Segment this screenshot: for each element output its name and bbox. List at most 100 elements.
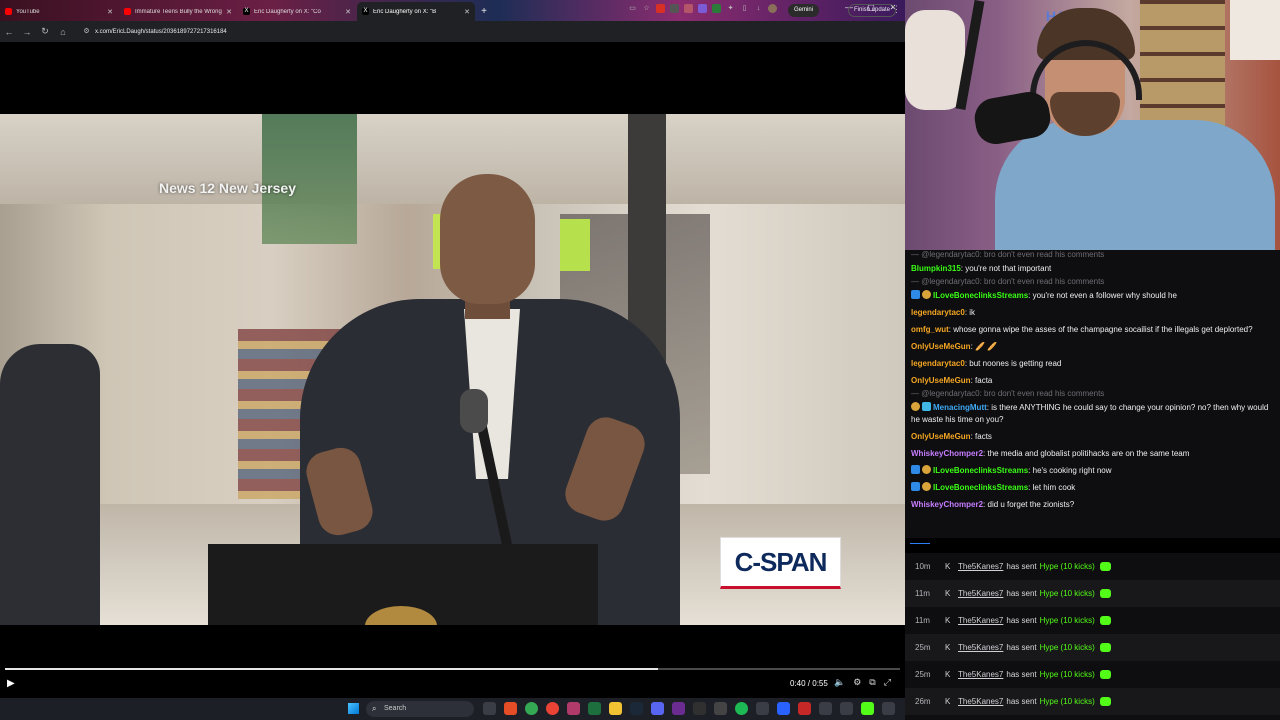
close-tab-icon[interactable]: ✕ [107, 8, 113, 16]
profile-icon[interactable] [768, 4, 777, 13]
extension-icon[interactable] [670, 4, 679, 13]
alert-hype: Hype (10 kicks) [1039, 562, 1095, 571]
chat-username[interactable]: WhiskeyChomper2 [911, 449, 983, 458]
taskbar-search-label: Search [384, 705, 407, 712]
app-icon[interactable] [588, 702, 601, 715]
alert-username[interactable]: The5Kanes7 [958, 589, 1003, 598]
chat-text: he's cooking right now [1030, 465, 1112, 475]
user-badge-icon [911, 289, 920, 299]
chat-username[interactable]: MenacingMutt [933, 403, 987, 412]
alert-hype: Hype (10 kicks) [1039, 670, 1095, 679]
windows-start-icon[interactable] [348, 703, 359, 714]
app-icon[interactable] [504, 702, 517, 715]
chat-username[interactable]: legendarytac0 [911, 308, 965, 317]
browser-tab[interactable]: YouTube ✕ [0, 2, 118, 21]
play-icon[interactable]: ▶ [7, 678, 15, 689]
app-icon[interactable] [714, 702, 727, 715]
app-icon[interactable] [777, 702, 790, 715]
home-icon[interactable]: ⌂ [54, 27, 72, 37]
video-progress-fill [5, 668, 659, 670]
chat-username[interactable]: WhiskeyChomper2 [911, 500, 983, 509]
chat-username[interactable]: omfg_wut [911, 325, 949, 334]
alert-verb: has sent [1006, 643, 1037, 652]
download-icon[interactable]: ↓ [754, 4, 763, 13]
alert-verb: has sent [1006, 589, 1037, 598]
fullscreen-icon[interactable]: ⤢ [884, 677, 891, 688]
extension-icon[interactable] [684, 4, 693, 13]
kick-icon[interactable] [861, 702, 874, 715]
app-icon[interactable] [819, 702, 832, 715]
alert-username[interactable]: The5Kanes7 [958, 697, 1003, 706]
folder-icon[interactable] [609, 702, 622, 715]
alert-hype: Hype (10 kicks) [1039, 643, 1095, 652]
alert-username[interactable]: The5Kanes7 [958, 616, 1003, 625]
extension-icon[interactable] [656, 4, 665, 13]
chat-text: 🥖 🥖 [972, 341, 998, 351]
close-tab-icon[interactable]: ✕ [345, 8, 351, 16]
app-icon[interactable] [651, 702, 664, 715]
alert-username[interactable]: The5Kanes7 [958, 562, 1003, 571]
alert-username[interactable]: The5Kanes7 [958, 643, 1003, 652]
cspan-logo-text: C-SPAN [734, 546, 828, 577]
alert-verb: has sent [1006, 670, 1037, 679]
alert-row: 26m K The5Kanes7 has sent Hype (10 kicks) [905, 688, 1280, 715]
alert-row: 10m K The5Kanes7 has sent Hype (10 kicks) [905, 553, 1280, 580]
stream-screen: YouTube ✕ Immature Teens Bully the Wrong… [0, 0, 1280, 720]
forward-icon[interactable]: → [18, 27, 36, 37]
app-icon[interactable] [672, 702, 685, 715]
chrome-icon[interactable] [546, 702, 559, 715]
chat-message: ILoveBoneclinksStreams: let him cook [911, 479, 1274, 496]
taskbar-search[interactable]: ⌕ Search [366, 701, 474, 717]
finish-update-button[interactable]: Finish update [848, 4, 897, 17]
app-icon[interactable] [567, 702, 580, 715]
browser-toolbar: ← → ↻ ⌂ ⚙ x.com/EricLDaugh/status/203618… [0, 21, 905, 42]
site-info-icon[interactable]: ⚙ [82, 27, 91, 36]
taskview-icon[interactable] [483, 702, 496, 715]
reload-icon[interactable]: ↻ [36, 26, 54, 37]
extension-icons: ▭ ☆ ✦ ▯ ↓ [628, 4, 777, 13]
app-icon[interactable] [756, 702, 769, 715]
menu-icon[interactable]: ⋮ [892, 4, 901, 15]
chat-username[interactable]: OnlyUseMeGun [911, 432, 971, 441]
browser-tab-active[interactable]: X Eric Daugherty on X: "B ✕ [357, 2, 475, 21]
extension-icon[interactable] [698, 4, 707, 13]
user-badge-icon [922, 481, 931, 491]
alert-username[interactable]: The5Kanes7 [958, 670, 1003, 679]
chat-username[interactable]: ILoveBoneclinksStreams [933, 483, 1028, 492]
app-icon[interactable] [798, 702, 811, 715]
puzzle-icon[interactable]: ✦ [726, 4, 735, 13]
steam-icon[interactable] [630, 702, 643, 715]
hype-icon [1099, 589, 1111, 598]
address-bar[interactable]: ⚙ x.com/EricLDaugh/status/20361897272173… [76, 24, 616, 39]
cast-icon[interactable]: ▭ [628, 4, 637, 13]
chat-username[interactable]: ILoveBoneclinksStreams [933, 291, 1028, 300]
chat-username[interactable]: Blumpkin315 [911, 264, 961, 273]
sidebar-icon[interactable]: ▯ [740, 4, 749, 13]
video-player[interactable]: News 12 New Jersey C-SPAN ▶ 0:40 / 0:55 … [0, 42, 905, 698]
pip-icon[interactable]: ⧉ [869, 677, 875, 688]
back-icon[interactable]: ← [0, 27, 18, 37]
close-tab-icon[interactable]: ✕ [226, 8, 232, 16]
chat-username[interactable]: OnlyUseMeGun [911, 376, 971, 385]
browser-tab[interactable]: Immature Teens Bully the Wrong ✕ [119, 2, 237, 21]
chat-username[interactable]: OnlyUseMeGun [911, 342, 971, 351]
chat-username[interactable]: legendarytac0 [911, 359, 965, 368]
volume-icon[interactable]: 🔈 [834, 677, 845, 688]
spotify-icon[interactable] [735, 702, 748, 715]
video-progress-bar[interactable] [5, 668, 900, 670]
video-scene-store [262, 114, 357, 244]
chrome-icon[interactable] [525, 702, 538, 715]
close-tab-icon[interactable]: ✕ [464, 8, 470, 16]
video-frame[interactable]: News 12 New Jersey C-SPAN [0, 114, 905, 625]
new-tab-button[interactable]: + [476, 2, 492, 21]
browser-tab[interactable]: X Eric Daugherty on X: "Co ✕ [238, 2, 356, 21]
app-icon[interactable] [693, 702, 706, 715]
app-icon[interactable] [840, 702, 853, 715]
bookmark-star-icon[interactable]: ☆ [642, 4, 651, 13]
settings-icon[interactable]: ⚙ [853, 677, 861, 688]
gemini-button[interactable]: Gemini [788, 4, 820, 17]
chat-username[interactable]: ILoveBoneclinksStreams [933, 466, 1028, 475]
extension-icon[interactable] [712, 4, 721, 13]
app-icon[interactable] [882, 702, 895, 715]
tab-title: Immature Teens Bully the Wrong [135, 8, 222, 15]
